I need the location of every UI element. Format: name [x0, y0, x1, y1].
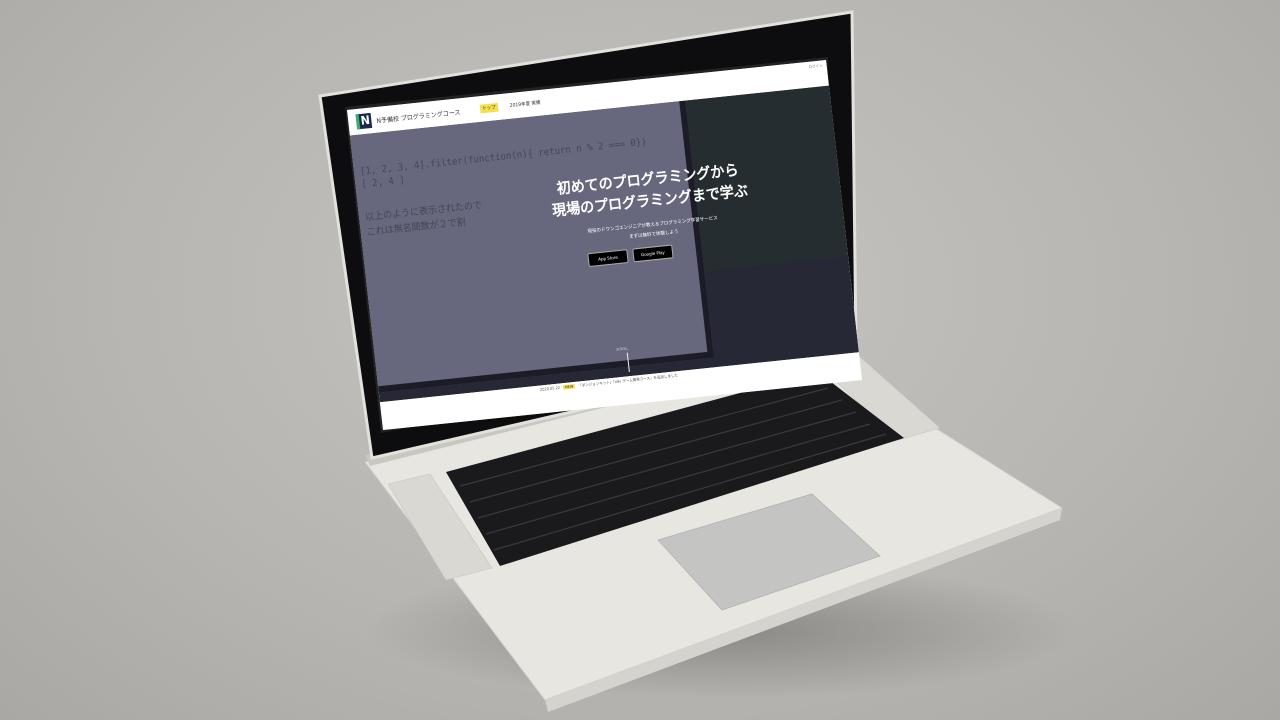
- news-tag: NEW: [562, 384, 576, 390]
- desk-scene: N N予備校 プログラミングコース トップ 2019年度 実績 ログイン [1,…: [0, 0, 1280, 720]
- hero-section: [1, 2, 3, 4].filter(function(n){ return …: [349, 85, 859, 403]
- site-brand[interactable]: N予備校 プログラミングコース: [376, 106, 461, 124]
- news-date: 2020.05.22: [539, 385, 561, 393]
- login-link[interactable]: ログイン: [808, 64, 823, 71]
- nav-item-top[interactable]: トップ: [479, 102, 499, 114]
- site-logo[interactable]: N: [355, 112, 373, 130]
- nav-item-results[interactable]: 2019年度 実績: [507, 98, 543, 110]
- site-nav: トップ 2019年度 実績: [479, 98, 543, 114]
- website-screen: N N予備校 プログラミングコース トップ 2019年度 実績 ログイン [1,…: [347, 59, 863, 431]
